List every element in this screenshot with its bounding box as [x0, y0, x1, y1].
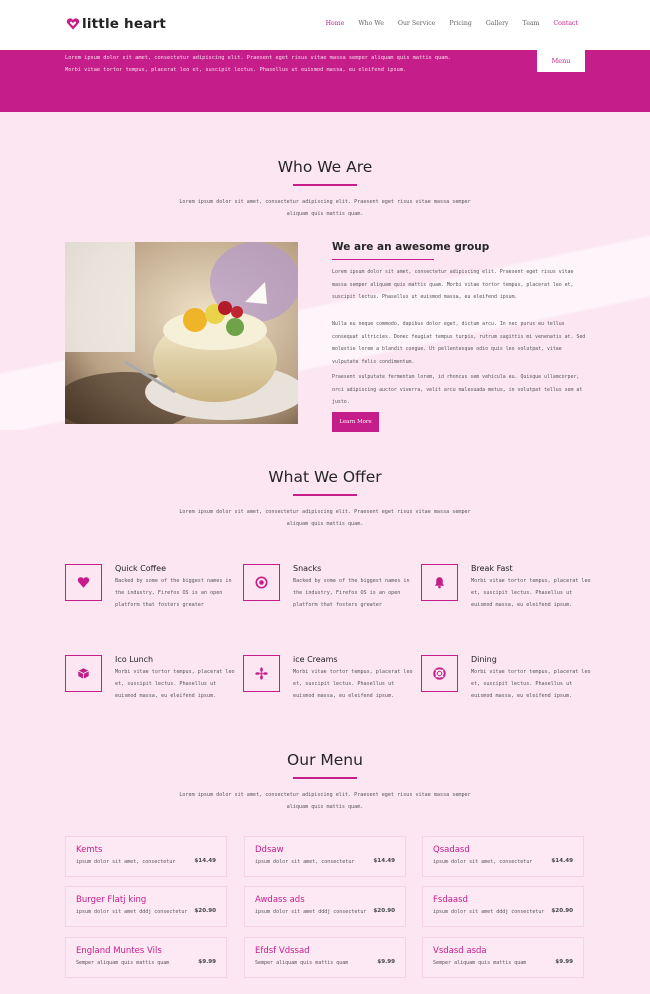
- menu-item-price: $14.49: [194, 858, 216, 864]
- offer-item: Break Fast Morbi vitae tortor tempus, pl…: [421, 564, 601, 624]
- brand-name: little heart: [82, 16, 167, 32]
- menu-item-desc: Semper aliquam quis mattis quam: [76, 960, 170, 966]
- offer-item: Quick Coffee Backed by some of the bigge…: [65, 564, 245, 624]
- menu-item-price: $14.49: [551, 858, 573, 864]
- menu-item-name: Qsadasd: [433, 845, 470, 855]
- offer-desc: Lorem ipsum dolor sit amet, consectetur …: [179, 509, 471, 527]
- main-nav: Home Who We Our Service Pricing Gallery …: [312, 20, 578, 27]
- cake-image-icon: [65, 242, 298, 424]
- offer-item-title: ice Creams: [293, 655, 338, 664]
- menu-item-desc: ipsum dolor sit amet, consectetur: [76, 859, 176, 865]
- offer-item-desc: Morbi vitae tortor tempus, placerat leo …: [471, 578, 591, 609]
- cube-icon: [65, 655, 102, 692]
- menu-item-price: $14.49: [373, 858, 395, 864]
- offer-title-underline: [293, 494, 357, 496]
- cake-photo: [65, 242, 298, 424]
- menu-item-name: Ddsaw: [255, 845, 284, 855]
- menu-item-desc: Semper aliquam quis mattis quam: [433, 960, 527, 966]
- about-heading-underline: [332, 259, 434, 260]
- menu-card[interactable]: Fsdaasd ipsum dolor sit amet dddj consec…: [422, 886, 584, 927]
- nav-contact[interactable]: Contact: [553, 20, 578, 27]
- menu-item-desc: ipsum dolor sit amet dddj consectetur: [433, 909, 545, 915]
- about-paragraph-3: Praesent vulputate fermentum lorem, id r…: [332, 374, 583, 405]
- menu-item-price: $9.99: [377, 959, 395, 965]
- about-paragraph-2: Nulla eu neque commodo, dapibus dolor eg…: [332, 321, 586, 365]
- offer-item-title: Dining: [471, 655, 497, 664]
- menu-item-desc: ipsum dolor sit amet dddj consectetur: [76, 909, 188, 915]
- who-desc: Lorem ipsum dolor sit amet, consectetur …: [179, 199, 471, 217]
- about-heading: We are an awesome group: [332, 241, 490, 253]
- menu-title: Our Menu: [287, 751, 363, 769]
- offer-item-title: Ico Lunch: [115, 655, 154, 664]
- nav-pricing[interactable]: Pricing: [449, 20, 472, 27]
- menu-item-price: $9.99: [198, 959, 216, 965]
- offer-item: Snacks Backed by some of the biggest nam…: [243, 564, 423, 624]
- target-icon: [243, 564, 280, 601]
- who-title-underline: [293, 184, 357, 186]
- nav-gallery[interactable]: Gallery: [486, 20, 509, 27]
- banner-text-2: Morbi vitae tortor tempus, placerat leo …: [65, 67, 407, 73]
- menu-item-name: Burger Flatj king: [76, 895, 147, 905]
- offer-item-desc: Morbi vitae tortor tempus, placerat leo …: [471, 669, 591, 700]
- heart-logo-icon: [66, 18, 80, 30]
- offer-item-title: Quick Coffee: [115, 564, 166, 573]
- menu-card[interactable]: Efdsf Vdssad Semper aliquam quis mattis …: [244, 937, 406, 978]
- flower-icon: [243, 655, 280, 692]
- menu-title-underline: [293, 777, 357, 779]
- menu-card[interactable]: Awdass ads ipsum dolor sit amet dddj con…: [244, 886, 406, 927]
- menu-card[interactable]: England Muntes Vils Semper aliquam quis …: [65, 937, 227, 978]
- offer-item-title: Break Fast: [471, 564, 513, 573]
- offer-item: ice Creams Morbi vitae tortor tempus, pl…: [243, 655, 423, 715]
- menu-item-price: $20.90: [194, 908, 216, 914]
- offer-title: What We Offer: [268, 468, 382, 486]
- who-title: Who We Are: [277, 158, 373, 176]
- offer-item-desc: Backed by some of the biggest names in t…: [293, 578, 410, 609]
- nav-our-service[interactable]: Our Service: [398, 20, 435, 27]
- header: little heart Home Who We Our Service Pri…: [0, 0, 650, 50]
- menu-card[interactable]: Burger Flatj king ipsum dolor sit amet d…: [65, 886, 227, 927]
- menu-item-price: $20.90: [551, 908, 573, 914]
- offer-item-desc: Morbi vitae tortor tempus, placerat leo …: [115, 669, 235, 700]
- nav-who-we[interactable]: Who We: [358, 20, 384, 27]
- menu-desc: Lorem ipsum dolor sit amet, consectetur …: [179, 792, 471, 810]
- offer-item: Dining Morbi vitae tortor tempus, placer…: [421, 655, 601, 715]
- menu-item-name: Awdass ads: [255, 895, 305, 905]
- learn-more-button[interactable]: Learn More: [332, 412, 379, 432]
- menu-item-desc: Semper aliquam quis mattis quam: [255, 960, 349, 966]
- offer-item: Ico Lunch Morbi vitae tortor tempus, pla…: [65, 655, 245, 715]
- offer-item-desc: Morbi vitae tortor tempus, placerat leo …: [293, 669, 413, 700]
- menu-card[interactable]: Ddsaw ipsum dolor sit amet, consectetur …: [244, 836, 406, 877]
- menu-item-desc: ipsum dolor sit amet, consectetur: [255, 859, 355, 865]
- page: little heart Home Who We Our Service Pri…: [0, 0, 650, 994]
- menu-item-name: England Muntes Vils: [76, 946, 162, 956]
- menu-item-price: $9.99: [555, 959, 573, 965]
- menu-item-name: Kemts: [76, 845, 103, 855]
- bell-icon: [421, 564, 458, 601]
- menu-card[interactable]: Vsdasd asda Semper aliquam quis mattis q…: [422, 937, 584, 978]
- menu-item-desc: ipsum dolor sit amet dddj consectetur: [255, 909, 367, 915]
- about-paragraph-1: Lorem ipsum dolor sit amet, consectetur …: [332, 269, 574, 300]
- top-banner: Lorem ipsum dolor sit amet, consectetur …: [0, 50, 650, 112]
- menu-card[interactable]: Kemts ipsum dolor sit amet, consectetur …: [65, 836, 227, 877]
- menu-card[interactable]: Qsadasd ipsum dolor sit amet, consectetu…: [422, 836, 584, 877]
- menu-item-name: Efdsf Vdssad: [255, 946, 310, 956]
- menu-item-price: $20.90: [373, 908, 395, 914]
- menu-button[interactable]: Menu: [537, 50, 585, 72]
- menu-item-name: Vsdasd asda: [433, 946, 487, 956]
- menu-item-name: Fsdaasd: [433, 895, 468, 905]
- lifebuoy-icon: [421, 655, 458, 692]
- offer-item-desc: Backed by some of the biggest names in t…: [115, 578, 232, 609]
- offer-item-title: Snacks: [293, 564, 322, 573]
- nav-home[interactable]: Home: [326, 20, 345, 27]
- banner-text-1: Lorem ipsum dolor sit amet, consectetur …: [65, 55, 451, 61]
- logo[interactable]: little heart: [66, 16, 166, 32]
- nav-team[interactable]: Team: [523, 20, 540, 27]
- menu-item-desc: ipsum dolor sit amet, consectetur: [433, 859, 533, 865]
- heart-icon: [65, 564, 102, 601]
